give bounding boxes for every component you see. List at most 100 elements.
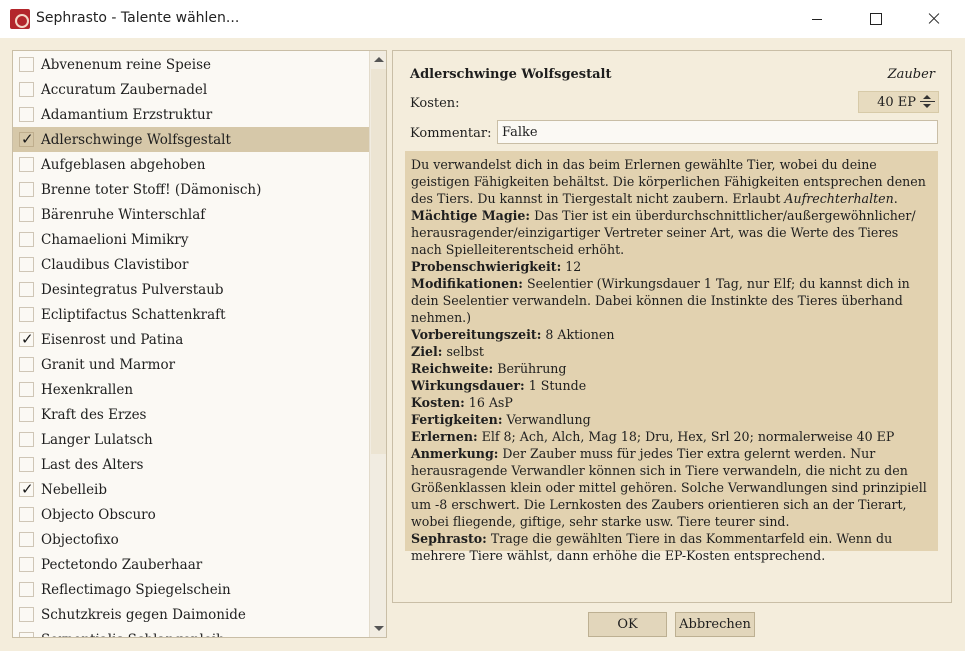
talent-list-item[interactable]: Bärenruhe Winterschlaf [13, 202, 370, 227]
talent-label: Accuratum Zaubernadel [41, 81, 208, 98]
checkbox-icon[interactable] [19, 607, 34, 622]
talent-label: Last des Alters [41, 456, 144, 473]
section-text: 16 AsP [464, 395, 513, 410]
description-section: Mächtige Magie: Das Tier ist ein überdur… [411, 207, 932, 258]
talent-list-item[interactable]: Abvenenum reine Speise [13, 52, 370, 77]
maximize-button[interactable] [846, 0, 904, 38]
talent-list-item[interactable]: Adamantium Erzstruktur [13, 102, 370, 127]
section-text: selbst [442, 344, 484, 359]
description-section: Anmerkung: Der Zauber muss für jedes Tie… [411, 445, 932, 530]
scroll-down-arrow-icon[interactable] [374, 626, 384, 631]
talent-label: Claudibus Clavistibor [41, 256, 189, 273]
ok-button[interactable]: OK [588, 612, 667, 637]
talent-list-item[interactable]: Reflectimago Spiegelschein [13, 577, 370, 602]
description-section: Modifikationen: Seelentier (Wirkungsdaue… [411, 275, 932, 326]
talent-list-item[interactable]: Serpentialis Schlangenleib [13, 627, 370, 638]
checkbox-icon[interactable] [19, 407, 34, 422]
checkbox-icon[interactable] [19, 582, 34, 597]
checkbox-icon[interactable] [19, 232, 34, 247]
talent-list-item[interactable]: Objecto Obscuro [13, 502, 370, 527]
checkbox-icon[interactable] [19, 357, 34, 372]
talent-list[interactable]: Abvenenum reine Speise Accuratum Zauberna… [12, 50, 387, 638]
checkbox-icon[interactable] [19, 182, 34, 197]
talent-list-item[interactable]: Granit und Marmor [13, 352, 370, 377]
checkbox-icon[interactable] [19, 557, 34, 572]
checkbox-icon[interactable] [19, 157, 34, 172]
checkbox-icon[interactable] [19, 632, 34, 637]
checkbox-icon[interactable] [19, 307, 34, 322]
checkbox-icon[interactable] [19, 382, 34, 397]
scroll-thumb[interactable] [371, 69, 386, 454]
section-text: 12 [561, 259, 582, 274]
section-key: Vorbereitungszeit: [411, 327, 542, 342]
talent-label: Desintegratus Pulverstaub [41, 281, 224, 298]
talent-label: Schutzkreis gegen Daimonide [41, 606, 246, 623]
checkbox-icon[interactable] [19, 507, 34, 522]
talent-list-item[interactable]: Eisenrost und Patina [13, 327, 370, 352]
talent-list-item[interactable]: Accuratum Zaubernadel [13, 77, 370, 102]
checkbox-icon[interactable] [19, 432, 34, 447]
checkbox-icon[interactable] [19, 57, 34, 72]
talent-list-item[interactable]: Kraft des Erzes [13, 402, 370, 427]
kommentar-label: Kommentar: [410, 126, 492, 141]
talent-list-item[interactable]: Desintegratus Pulverstaub [13, 277, 370, 302]
talent-label: Bärenruhe Winterschlaf [41, 206, 206, 223]
talent-label: Abvenenum reine Speise [41, 56, 212, 73]
checkbox-icon[interactable] [19, 107, 34, 122]
talent-list-item[interactable]: Schutzkreis gegen Daimonide [13, 602, 370, 627]
window-title: Sephrasto - Talente wählen... [36, 10, 240, 26]
kosten-spinbox[interactable]: 40 EP [858, 91, 939, 113]
close-button[interactable] [904, 0, 962, 38]
talent-label: Granit und Marmor [41, 356, 176, 373]
talent-list-item[interactable]: Brenne toter Stoff! (Dämonisch) [13, 177, 370, 202]
sephrasto-app-icon [10, 9, 30, 29]
talent-list-item[interactable]: Claudibus Clavistibor [13, 252, 370, 277]
talent-type: Zauber [887, 67, 935, 82]
talent-label: Hexenkrallen [41, 381, 134, 398]
talent-list-item[interactable]: Ecliptifactus Schattenkraft [13, 302, 370, 327]
description-section: Wirkungsdauer: 1 Stunde [411, 377, 932, 394]
description-section: Probenschwierigkeit: 12 [411, 258, 932, 275]
talent-list-item[interactable]: Langer Lulatsch [13, 427, 370, 452]
talent-list-item[interactable]: Hexenkrallen [13, 377, 370, 402]
talent-list-item[interactable]: Adlerschwinge Wolfsgestalt [13, 127, 370, 152]
kommentar-input[interactable] [497, 120, 938, 144]
section-key: Anmerkung: [411, 446, 499, 461]
talent-label: Reflectimago Spiegelschein [41, 581, 231, 598]
talent-label: Langer Lulatsch [41, 431, 153, 448]
talent-list-item[interactable]: Aufgeblasen abgehoben [13, 152, 370, 177]
minimize-button[interactable] [788, 0, 846, 38]
cancel-button[interactable]: Abbrechen [675, 612, 755, 637]
talent-list-item[interactable]: Last des Alters [13, 452, 370, 477]
talent-label: Aufgeblasen abgehoben [41, 156, 206, 173]
checkbox-icon[interactable] [19, 257, 34, 272]
kosten-value: 40 EP [877, 95, 916, 110]
talent-list-item[interactable]: Chamaelioni Mimikry [13, 227, 370, 252]
section-key: Wirkungsdauer: [411, 378, 525, 393]
scroll-up-arrow-icon[interactable] [374, 57, 384, 62]
checkbox-checked-icon[interactable] [19, 130, 34, 148]
talent-label: Chamaelioni Mimikry [41, 231, 189, 248]
spinbox-stepper-icon[interactable] [920, 94, 935, 110]
checkbox-icon[interactable] [19, 82, 34, 97]
checkbox-checked-icon[interactable] [19, 480, 34, 498]
talent-label: Ecliptifactus Schattenkraft [41, 306, 226, 323]
talent-description: Du verwandelst dich in das beim Erlernen… [405, 151, 938, 563]
talent-name: Adlerschwinge Wolfsgestalt [410, 67, 612, 82]
section-text: Elf 8; Ach, Alch, Mag 18; Dru, Hex, Srl … [477, 429, 895, 444]
section-key: Fertigkeiten: [411, 412, 503, 427]
list-scrollbar[interactable] [369, 51, 386, 637]
section-key: Mächtige Magie: [411, 208, 531, 223]
section-key: Ziel: [411, 344, 443, 359]
checkbox-icon[interactable] [19, 207, 34, 222]
checkbox-icon[interactable] [19, 532, 34, 547]
talent-list-item[interactable]: Pectetondo Zauberhaar [13, 552, 370, 577]
talent-list-item[interactable]: Objectofixo [13, 527, 370, 552]
talent-list-item[interactable]: Nebelleib [13, 477, 370, 502]
talent-label: Serpentialis Schlangenleib [41, 632, 225, 638]
checkbox-icon[interactable] [19, 457, 34, 472]
dialog-body: Abvenenum reine Speise Accuratum Zauberna… [0, 38, 965, 651]
checkbox-checked-icon[interactable] [19, 330, 34, 348]
section-key: Probenschwierigkeit: [411, 259, 562, 274]
checkbox-icon[interactable] [19, 282, 34, 297]
